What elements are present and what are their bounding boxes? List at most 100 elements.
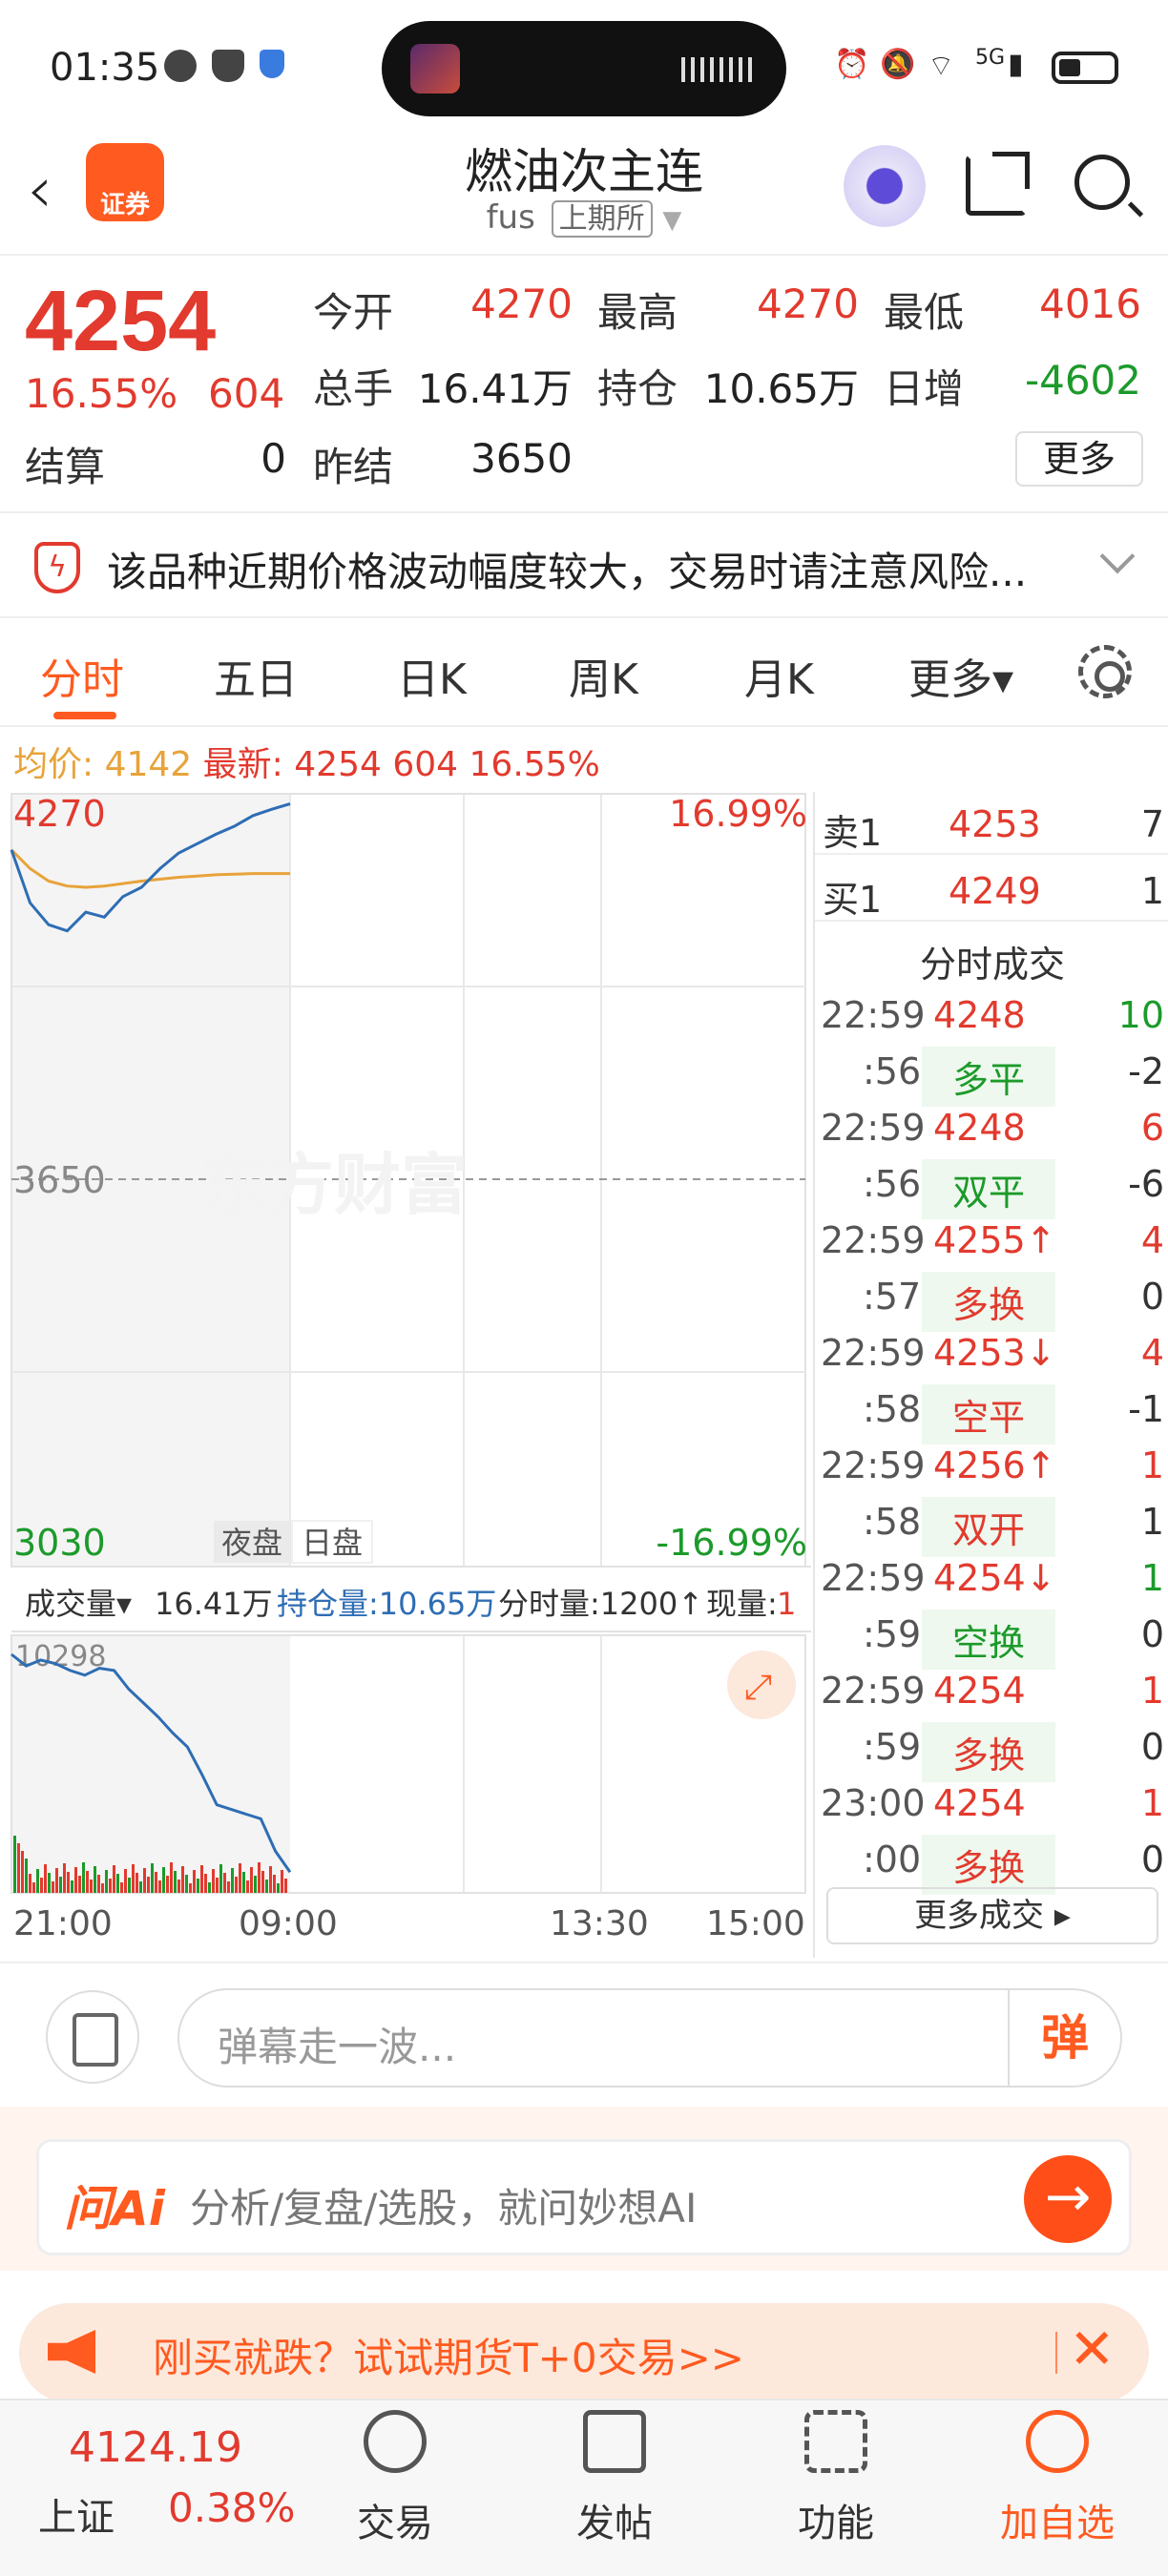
ask-row[interactable]: 卖1 4253 7 xyxy=(815,792,1168,855)
volume-bar xyxy=(261,1871,264,1893)
volume-bar xyxy=(44,1864,47,1893)
volume-bar xyxy=(78,1876,81,1893)
volume-bar xyxy=(82,1862,85,1893)
trade-row[interactable]: 22:59 4248 10 xyxy=(815,987,1168,1043)
intraday-chart[interactable]: 东方财富 4270 3650 3030 16.99% -16.99% 夜盘 日盘… xyxy=(0,792,811,1956)
trade-row[interactable]: 23:00 4254 1 xyxy=(815,1775,1168,1831)
nav-trade[interactable]: 交易 xyxy=(328,2410,462,2547)
volume-bar xyxy=(36,1869,39,1893)
grid-icon xyxy=(804,2410,867,2473)
risk-text: 该品种近期价格波动幅度较大，交易时请注意风险... xyxy=(107,549,1028,595)
volume-bar xyxy=(162,1867,165,1893)
volume-dropdown[interactable]: 成交量▾ xyxy=(25,1586,132,1622)
share-icon[interactable] xyxy=(966,152,1030,216)
bottom-nav: 4124.19 上证 0.38% 交易 发帖 功能 加自选 xyxy=(0,2399,1168,2576)
latest-label: 最新: xyxy=(202,745,283,784)
promo-text[interactable]: 刚买就跌？试试期货T+0交易>> xyxy=(153,2326,744,2384)
warning-shield-icon: ϟ xyxy=(34,542,80,593)
avg-label: 均价: xyxy=(13,745,94,784)
expand-icon[interactable]: ⤢ xyxy=(744,1668,772,1707)
trade-row[interactable]: :56 双平 -6 xyxy=(815,1155,1168,1219)
day-session-tag[interactable]: 日盘 xyxy=(302,1525,363,1561)
volume-bar xyxy=(212,1869,215,1893)
danmu-input[interactable]: 弹幕走一波... 弹 xyxy=(177,1988,1122,2088)
y-top-label: 4270 xyxy=(13,793,106,835)
risk-notice[interactable]: ϟ 该品种近期价格波动幅度较大，交易时请注意风险... xyxy=(0,511,1168,618)
trade-row[interactable]: 22:59 4254 1 xyxy=(815,1662,1168,1718)
active-tab-indicator xyxy=(53,712,116,719)
trade-row[interactable]: 22:59 4254↓ 1 xyxy=(815,1549,1168,1606)
trade-time: :58 xyxy=(863,1501,922,1543)
chart-svg[interactable]: 东方财富 4270 3650 3030 16.99% -16.99% 夜盘 日盘… xyxy=(0,792,811,1956)
current-volume-label: 现量: xyxy=(706,1586,778,1622)
volume-bar xyxy=(59,1877,62,1893)
trade-row[interactable]: :56 多平 -2 xyxy=(815,1043,1168,1107)
trades-title: 分时成交 xyxy=(919,944,1065,986)
nav-add-watchlist[interactable]: 加自选 xyxy=(991,2410,1124,2547)
trade-row[interactable]: 22:59 4253↓ 4 xyxy=(815,1324,1168,1381)
volume-bar xyxy=(109,1879,112,1893)
volume-bar xyxy=(52,1881,54,1893)
volume-bar xyxy=(273,1875,276,1893)
trade-qty: 1 xyxy=(1140,1501,1164,1543)
search-icon[interactable] xyxy=(1074,155,1130,210)
pct-top-label: 16.99% xyxy=(669,793,807,835)
trade-time: 22:59 xyxy=(821,1332,926,1374)
tab-more[interactable]: 更多▾ xyxy=(908,645,1013,706)
tab-five-day[interactable]: 五日 xyxy=(214,645,298,706)
volume-bar xyxy=(177,1880,180,1893)
volume-bar xyxy=(17,1843,20,1893)
securities-logo[interactable]: 证券 xyxy=(86,143,164,221)
robot-assistant-icon[interactable] xyxy=(844,145,926,227)
nav-post[interactable]: 发帖 xyxy=(548,2410,681,2547)
dynamic-island[interactable] xyxy=(382,21,786,116)
tab-monthly-k[interactable]: 月K xyxy=(744,645,814,706)
trade-row[interactable]: :57 多换 0 xyxy=(815,1268,1168,1332)
chevron-down-icon[interactable]: ▼ xyxy=(662,206,681,235)
settle-label: 结算 xyxy=(25,444,106,490)
night-session-tag[interactable]: 夜盘 xyxy=(221,1525,282,1561)
trade-row[interactable]: 22:59 4256↑ 1 xyxy=(815,1437,1168,1493)
arrow-right-icon[interactable]: → xyxy=(1024,2155,1112,2243)
close-icon[interactable]: ✕ xyxy=(1069,2316,1116,2381)
shield-icon xyxy=(212,50,244,82)
volume-bar xyxy=(250,1867,253,1893)
gear-icon[interactable] xyxy=(1078,645,1132,698)
change-pct: 16.55% xyxy=(25,370,178,417)
back-button[interactable]: ‹ xyxy=(27,153,52,228)
volume-bar xyxy=(147,1877,150,1893)
ai-input[interactable]: 问Ai 分析/复盘/选股，就问妙想AI → xyxy=(36,2139,1132,2255)
trade-row[interactable]: 22:59 4248 6 xyxy=(815,1099,1168,1155)
trade-row[interactable]: :59 空换 0 xyxy=(815,1606,1168,1670)
media-thumbnail xyxy=(410,44,460,93)
index-pct: 0.38% xyxy=(168,2484,296,2531)
wechat-icon xyxy=(164,50,197,82)
bid-label: 买1 xyxy=(823,879,883,921)
danmu-settings-icon[interactable] xyxy=(46,1990,139,2084)
trade-qty: -6 xyxy=(1128,1163,1164,1205)
danmu-bar: 弹幕走一波... 弹 xyxy=(0,1962,1168,2107)
tab-weekly-k[interactable]: 周K xyxy=(569,645,638,706)
chevron-down-icon[interactable] xyxy=(1099,538,1136,574)
more-trades-button[interactable]: 更多成交 ▸ xyxy=(826,1887,1158,1944)
trade-row[interactable]: :58 空平 -1 xyxy=(815,1381,1168,1444)
promo-banner[interactable]: 刚买就跌？试试期货T+0交易>> ✕ xyxy=(19,2303,1149,2402)
daily-inc-label: 日增 xyxy=(884,365,965,412)
bid-row[interactable]: 买1 4249 1 xyxy=(815,859,1168,922)
latest-change: 604 xyxy=(392,745,459,784)
trade-row[interactable]: :59 多换 0 xyxy=(815,1718,1168,1782)
trade-time: 22:59 xyxy=(821,1219,926,1261)
trade-type: 双开 xyxy=(922,1497,1055,1557)
network-label: 5G xyxy=(975,46,1006,70)
trade-row[interactable]: 22:59 4255↑ 4 xyxy=(815,1212,1168,1268)
trade-qty: 1 xyxy=(1140,1782,1164,1824)
tab-intraday[interactable]: 分时 xyxy=(40,645,124,706)
volume-bar xyxy=(101,1883,104,1893)
trade-row[interactable]: :00 多换 0 xyxy=(815,1831,1168,1895)
low-value: 4016 xyxy=(1039,280,1141,327)
danmu-button[interactable]: 弹 xyxy=(1008,1990,1120,2086)
nav-functions[interactable]: 功能 xyxy=(769,2410,903,2547)
more-button[interactable]: 更多 xyxy=(1015,431,1143,487)
tab-daily-k[interactable]: 日K xyxy=(397,645,467,706)
trade-row[interactable]: :58 双开 1 xyxy=(815,1493,1168,1557)
